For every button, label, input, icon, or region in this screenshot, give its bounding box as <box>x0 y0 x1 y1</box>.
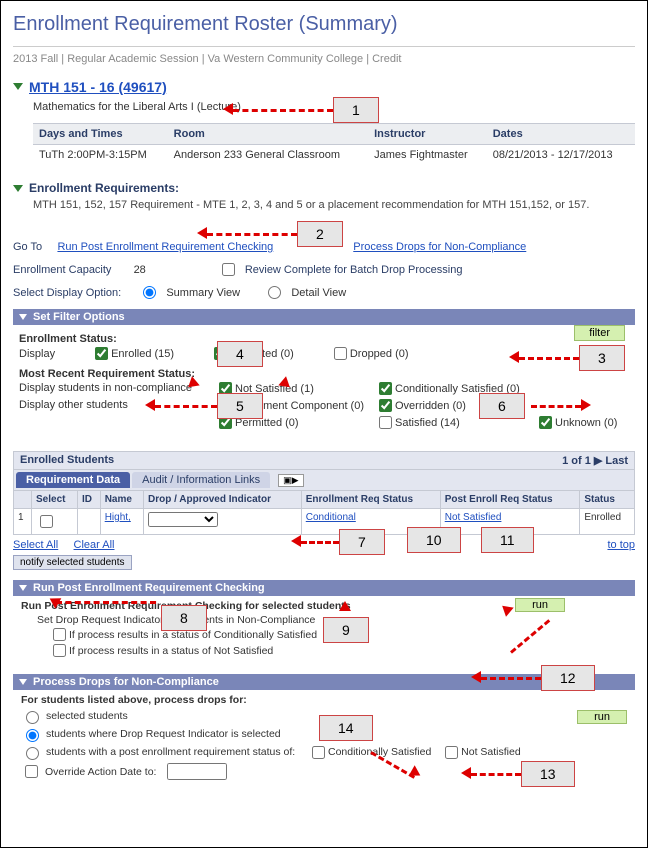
detail-view-label: Detail View <box>291 287 346 299</box>
schedule-table: Days and Times Room Instructor Dates TuT… <box>33 123 635 165</box>
status-cell: Enrolled <box>580 509 635 535</box>
filter-body: filter Enrollment Status: Display Enroll… <box>13 325 635 437</box>
col-instructor: Instructor <box>368 124 487 145</box>
students-table: Select ID Name Drop / Approved Indicator… <box>13 490 635 535</box>
col-room: Room <box>168 124 368 145</box>
capacity-value: 28 <box>134 264 146 276</box>
chk-unknown[interactable] <box>539 416 552 429</box>
col-id: ID <box>77 491 100 509</box>
caret-icon <box>19 314 27 320</box>
chk-overridden[interactable] <box>379 399 392 412</box>
col-days: Days and Times <box>33 124 168 145</box>
link-process-drops[interactable]: Process Drops for Non-Compliance <box>353 241 526 253</box>
radio-post-status[interactable] <box>26 747 39 760</box>
requirements-label: Enrollment Requirements: <box>29 181 179 195</box>
col-name: Name <box>100 491 143 509</box>
enrolled-students-header: Enrolled Students 1 of 1 ▶ Last <box>13 451 635 470</box>
drops-line1: For students listed above, process drops… <box>21 694 627 706</box>
chk-permitted[interactable] <box>219 416 232 429</box>
run-drops-button[interactable]: run <box>577 710 627 724</box>
chk-override-date[interactable] <box>25 765 38 778</box>
filter-bar-label: Set Filter Options <box>33 311 125 323</box>
chk-cond-sat-result[interactable] <box>53 628 66 641</box>
notify-button[interactable]: notify selected students <box>13 555 132 570</box>
chk-waitlisted[interactable] <box>214 347 227 360</box>
process-drops-bar-label: Process Drops for Non-Compliance <box>33 676 219 688</box>
requirements-text: MTH 151, 152, 157 Requirement - MTE 1, 2… <box>33 199 635 211</box>
process-drops-body: For students listed above, process drops… <box>13 690 635 785</box>
select-all-link[interactable]: Select All <box>13 539 58 551</box>
caret-icon <box>19 585 27 591</box>
capacity-label: Enrollment Capacity <box>13 264 111 276</box>
val-room: Anderson 233 General Classroom <box>168 145 368 166</box>
to-top-link[interactable]: to top <box>607 539 635 551</box>
filter-options-bar[interactable]: Set Filter Options <box>13 309 635 325</box>
col-select: Select <box>32 491 78 509</box>
row-select-checkbox[interactable] <box>40 515 53 528</box>
enrolled-hdr-label: Enrolled Students <box>20 454 114 467</box>
run-post-line2: Set Drop Request Indicator for Students … <box>37 614 627 626</box>
tab-row: Requirement Data Audit / Information Lin… <box>13 470 635 490</box>
course-link[interactable]: MTH 151 - 16 (49617) <box>29 79 167 95</box>
col-drop-indicator: Drop / Approved Indicator <box>144 491 302 509</box>
link-run-post[interactable]: Run Post Enrollment Requirement Checking <box>57 241 273 253</box>
run-post-body: run Run Post Enrollment Requirement Chec… <box>13 596 635 664</box>
display-option-label: Select Display Option: <box>13 287 121 299</box>
run-button[interactable]: run <box>515 598 565 612</box>
chk-drops-not-sat[interactable] <box>445 746 458 759</box>
chk-cond-satisfied[interactable] <box>379 382 392 395</box>
tab-requirement-data[interactable]: Requirement Data <box>16 472 130 488</box>
course-description: Mathematics for the Liberal Arts I (Lect… <box>33 101 635 113</box>
post-status-link[interactable]: Not Satisfied <box>445 512 502 523</box>
col-post-status: Post Enroll Req Status <box>440 491 580 509</box>
pager[interactable]: 1 of 1 ▶ Last <box>562 454 628 467</box>
chk-not-satisfied[interactable] <box>219 382 232 395</box>
col-status: Status <box>580 491 635 509</box>
radio-drop-indicator[interactable] <box>26 729 39 742</box>
filter-button[interactable]: filter <box>574 325 625 341</box>
col-dates: Dates <box>487 124 635 145</box>
recent-status-label: Most Recent Requirement Status: <box>19 368 629 380</box>
radio-detail-view[interactable] <box>268 286 281 299</box>
chk-satisfied[interactable] <box>379 416 392 429</box>
expand-icon[interactable] <box>13 185 23 192</box>
caret-icon <box>19 679 27 685</box>
review-complete-checkbox[interactable] <box>222 263 235 276</box>
review-complete-label: Review Complete for Batch Drop Processin… <box>245 264 463 276</box>
chk-dropped[interactable] <box>334 347 347 360</box>
chk-enr-component[interactable] <box>219 399 232 412</box>
run-post-bar-label: Run Post Enrollment Requirement Checking <box>33 582 265 594</box>
chk-enrolled[interactable] <box>95 347 108 360</box>
val-instructor: James Fightmaster <box>368 145 487 166</box>
col-enr-status: Enrollment Req Status <box>301 491 440 509</box>
val-days: TuTh 2:00PM-3:15PM <box>33 145 168 166</box>
page-container: Enrollment Requirement Roster (Summary) … <box>0 0 648 848</box>
row-num: 1 <box>14 509 32 535</box>
page-title: Enrollment Requirement Roster (Summary) <box>13 13 635 36</box>
goto-label: Go To <box>13 241 42 253</box>
drop-indicator-select[interactable] <box>148 512 218 527</box>
enrollment-status-label: Enrollment Status: <box>19 333 629 345</box>
clear-all-link[interactable]: Clear All <box>74 539 115 551</box>
override-date-input[interactable] <box>167 763 227 780</box>
radio-selected-students[interactable] <box>26 711 39 724</box>
summary-view-label: Summary View <box>166 287 240 299</box>
process-drops-bar[interactable]: Process Drops for Non-Compliance <box>13 674 635 690</box>
radio-summary-view[interactable] <box>143 286 156 299</box>
display-label: Display <box>19 348 55 360</box>
divider <box>13 46 635 47</box>
chk-not-sat-result[interactable] <box>53 644 66 657</box>
breadcrumb: 2013 Fall | Regular Academic Session | V… <box>13 53 635 65</box>
enr-status-link[interactable]: Conditional <box>306 512 356 523</box>
val-dates: 08/21/2013 - 12/17/2013 <box>487 145 635 166</box>
expand-all-button[interactable]: ▣▶ <box>278 474 303 487</box>
expand-icon[interactable] <box>13 83 23 90</box>
student-name-link[interactable]: Hight, <box>105 512 131 523</box>
chk-drops-cond-sat[interactable] <box>312 746 325 759</box>
table-row: 1 Hight, Conditional Not Satisfied Enrol… <box>14 509 635 535</box>
tab-audit-links[interactable]: Audit / Information Links <box>132 472 270 488</box>
run-post-bar[interactable]: Run Post Enrollment Requirement Checking <box>13 580 635 596</box>
